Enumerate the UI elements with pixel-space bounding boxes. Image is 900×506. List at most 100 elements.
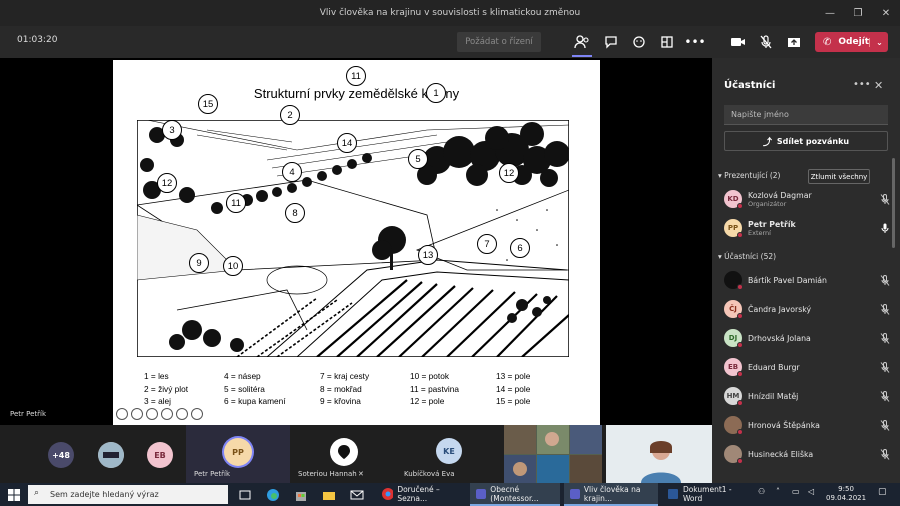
slide-pen-icon[interactable] (146, 408, 158, 420)
mic-muted-icon[interactable] (878, 192, 892, 206)
chevron-down-icon: ▾ (718, 252, 722, 261)
maximize-icon[interactable]: ❐ (844, 0, 872, 26)
map-number-label: 2 (280, 105, 300, 125)
map-number-label: 5 (408, 149, 428, 169)
name-search-input[interactable] (724, 105, 888, 125)
reactions-icon[interactable] (629, 32, 649, 52)
panel-more-icon[interactable]: ••• (853, 79, 871, 90)
app-label: Vliv člověka na krajin... (583, 484, 641, 503)
app-label: Dokument1 - Word (682, 484, 732, 503)
status-dot (737, 284, 743, 290)
panel-scrollbar[interactable] (892, 158, 895, 248)
participants-panel: Účastníci ••• ✕ ⤴ Sdílet pozvánku ▾ Prez… (712, 58, 900, 483)
participant-row[interactable]: KD Kozlová Dagmar Organizátor (724, 186, 892, 212)
chat-icon[interactable] (601, 32, 621, 52)
video-tile-kubickova[interactable]: KE Kubíčková Eva (398, 425, 502, 483)
clock-time: 9:50 (838, 485, 854, 493)
presenters-section-toggle[interactable]: ▾ Prezentující (2) (718, 171, 780, 180)
participant-avatar-logo (330, 438, 358, 466)
more-actions-icon[interactable]: ••• (684, 32, 705, 52)
legend-column: 13 = pole 14 = pole 15 = pole (496, 370, 586, 408)
store-icon[interactable] (294, 487, 308, 501)
status-dot (737, 429, 743, 435)
mail-icon[interactable] (350, 487, 364, 501)
network-icon[interactable]: ▭ (792, 487, 806, 501)
avatar: KD (724, 190, 743, 209)
video-tile-gallery[interactable] (504, 425, 602, 483)
edge-icon[interactable] (266, 487, 280, 501)
participant-row[interactable]: Bártík Pavel Damián (724, 267, 892, 293)
slide-zoom-icon[interactable] (176, 408, 188, 420)
status-dot (737, 313, 743, 319)
participant-row[interactable]: ČJ Čandra Javorský (724, 296, 892, 322)
mic-muted-icon[interactable] (878, 331, 892, 345)
breakout-rooms-icon[interactable] (657, 32, 677, 52)
map-number-label: 11 (226, 193, 246, 213)
mic-icon[interactable] (878, 221, 892, 235)
mic-muted-icon[interactable] (878, 447, 892, 461)
legend-item: 1 = les (144, 371, 169, 381)
map-number-label: 7 (477, 234, 497, 254)
mute-all-button[interactable]: Ztlumit všechny (808, 169, 870, 184)
panel-title: Účastníci (724, 80, 776, 91)
legend-item: 8 = mokřad (320, 383, 362, 394)
taskbar-app-word[interactable]: Dokument1 - Word (662, 483, 748, 506)
window-title: Vliv člověka na krajinu v souvislosti s … (319, 8, 581, 18)
participants-icon[interactable] (572, 32, 592, 52)
tray-chevron-icon[interactable]: ˄ (776, 487, 790, 501)
legend-item: 6 = kupa kamení (224, 396, 286, 406)
mic-muted-icon[interactable] (878, 360, 892, 374)
slide-next-icon[interactable] (131, 408, 143, 420)
mic-muted-icon[interactable] (878, 302, 892, 316)
participant-row[interactable]: PP Petr Petřík Externí (724, 215, 892, 241)
legend-column: 10 = potok 11 = pastvina 12 = pole (410, 370, 500, 408)
participant-info: Husinecká Eliška (748, 450, 878, 459)
landscape-drawing (137, 120, 569, 357)
close-window-icon[interactable]: ✕ (872, 0, 900, 26)
map-number-label: 13 (418, 245, 438, 265)
video-avatar-ke: KE (436, 438, 462, 464)
share-invite-button[interactable]: ⤴ Sdílet pozvánku (724, 131, 888, 151)
minimize-icon[interactable]: — (816, 0, 844, 26)
system-clock[interactable]: 9:50 09.04.2021 (826, 485, 866, 503)
volume-icon[interactable]: ◁ (808, 487, 822, 501)
file-explorer-icon[interactable] (322, 487, 336, 501)
chevron-down-icon[interactable]: ⌄ (869, 37, 883, 47)
video-tile-presenter[interactable]: PP Petr Petřík (186, 425, 290, 483)
more-participants-badge[interactable]: +48 (48, 442, 74, 468)
taskbar-app-chrome[interactable]: Doručené – Sezna... (377, 483, 463, 506)
taskbar-app-teams[interactable]: Obecné (Montessor... (470, 483, 560, 506)
participant-row[interactable]: Husinecká Eliška (724, 441, 892, 467)
camera-icon[interactable] (728, 32, 748, 52)
participant-row[interactable]: DJ Drhovská Jolana (724, 325, 892, 351)
request-control-button[interactable]: Požádat o řízení (457, 32, 541, 52)
self-video-tile[interactable] (606, 425, 712, 483)
attendees-section-toggle[interactable]: ▾ Účastníci (52) (718, 252, 776, 261)
leave-button[interactable]: ✆ Odejít ⌄ (815, 32, 888, 52)
mic-muted-icon[interactable] (878, 418, 892, 432)
mic-muted-icon[interactable] (878, 389, 892, 403)
mic-muted-icon[interactable] (878, 273, 892, 287)
slide-expand-icon[interactable] (161, 408, 173, 420)
attendees-header: Účastníci (52) (724, 252, 777, 261)
share-screen-icon[interactable] (784, 32, 804, 52)
slide-prev-icon[interactable] (116, 408, 128, 420)
windows-start-icon[interactable] (7, 487, 21, 501)
slide-settings-icon[interactable] (191, 408, 203, 420)
close-icon[interactable]: ✕ (874, 79, 883, 92)
taskbar-app-meeting[interactable]: Vliv člověka na krajin... (564, 483, 658, 506)
participant-role: Externí (748, 228, 771, 237)
video-tile-soteriou[interactable]: Soteriou Hannah ✕ (292, 425, 396, 483)
people-icon[interactable]: ⚇ (758, 487, 772, 501)
notifications-icon[interactable]: ▢ (878, 487, 892, 501)
presenters-header: Prezentující (2) (724, 171, 781, 180)
participant-row[interactable]: HM Hnízdil Matěj (724, 383, 892, 409)
participant-row[interactable]: Hronová Štěpánka (724, 412, 892, 438)
participant-name: Hnízdil Matěj (748, 391, 799, 401)
mic-muted-icon[interactable] (756, 32, 776, 52)
task-view-icon[interactable] (238, 487, 252, 501)
phone-icon: ✆ (823, 36, 832, 48)
avatar-initials: PP (727, 224, 739, 232)
taskbar-search-input[interactable]: ⌕ Sem zadejte hledaný výraz (28, 485, 228, 504)
participant-row[interactable]: EB Eduard Burgr (724, 354, 892, 380)
